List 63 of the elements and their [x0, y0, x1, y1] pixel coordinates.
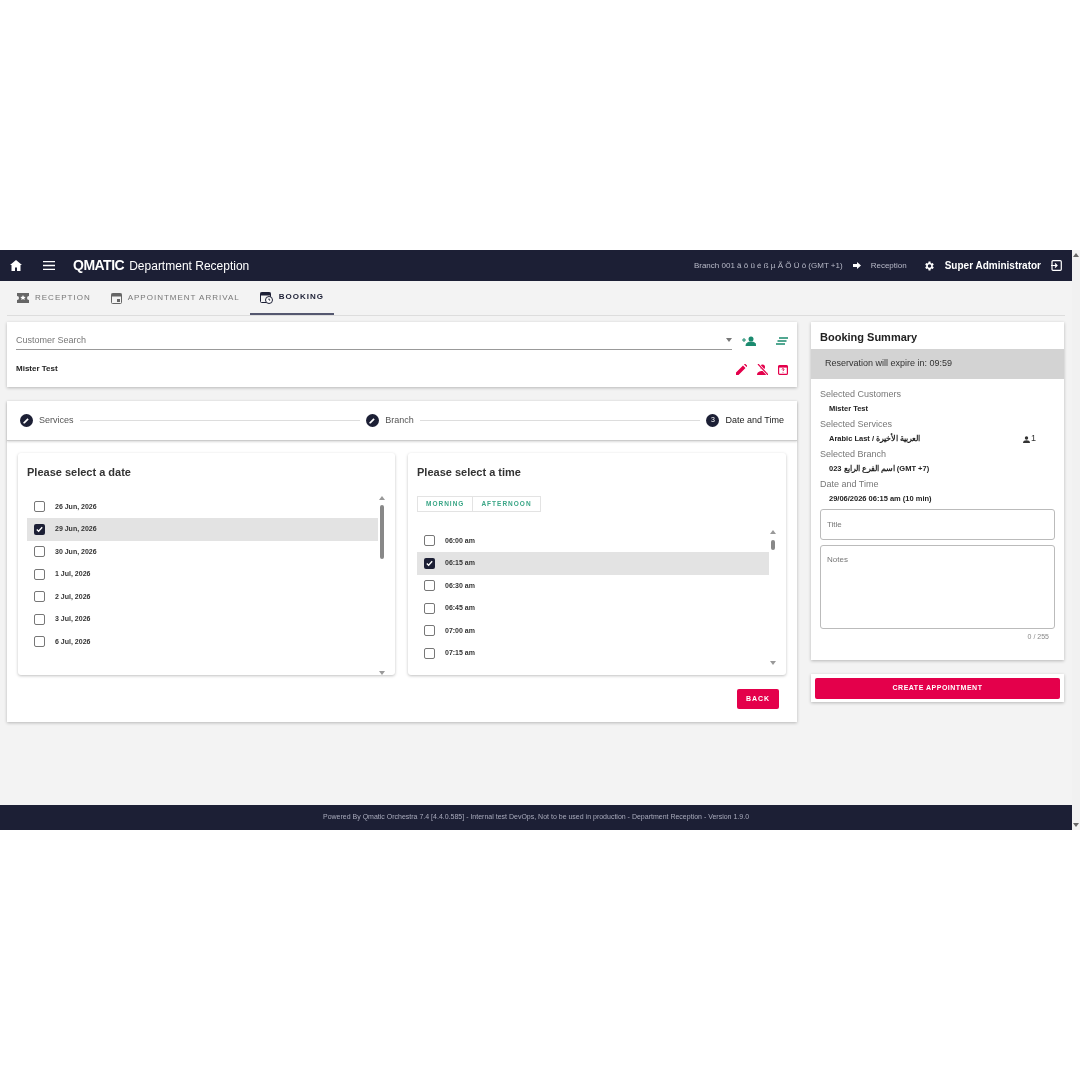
calendar-icon	[110, 292, 122, 304]
checkbox[interactable]	[424, 580, 435, 592]
person-count: 1	[1031, 432, 1036, 446]
checkbox[interactable]	[424, 625, 435, 637]
scroll-down-icon[interactable]	[379, 671, 385, 675]
checkbox[interactable]	[424, 602, 435, 614]
section-label: Selected Branch	[820, 448, 888, 460]
scrollbar-thumb[interactable]	[771, 539, 775, 550]
arrow-right-icon	[852, 262, 861, 269]
checkbox[interactable]	[34, 501, 45, 513]
settings-icon[interactable]	[922, 259, 935, 272]
scroll-up-icon[interactable]	[1073, 253, 1079, 257]
scroll-up-icon[interactable]	[379, 495, 385, 500]
dropdown-caret-icon[interactable]	[726, 338, 732, 342]
workstation-name: Reception	[870, 259, 907, 272]
edit-step-icon	[20, 414, 33, 427]
app-title: Department Reception	[129, 257, 250, 275]
nav-tab[interactable]: RECEPTION	[7, 281, 101, 315]
panel-title: Please select a date	[27, 465, 132, 480]
scroll-down-icon[interactable]	[770, 660, 776, 665]
logout-icon[interactable]	[1051, 260, 1062, 271]
customer-name: Mister Test	[16, 363, 59, 375]
checkbox[interactable]	[34, 546, 45, 558]
checkbox[interactable]	[34, 613, 45, 625]
branch-name: Branch 001 ä ö ü é ß µ Ã Õ Ü ô (GMT +1)	[693, 259, 843, 272]
calendar-clock-icon	[259, 290, 273, 304]
nav-tab[interactable]: BOOKING	[249, 281, 334, 315]
summary-title: Booking Summary	[819, 330, 919, 345]
section-label: Selected Services	[820, 418, 894, 430]
panel-title: Please select a time	[417, 465, 522, 480]
scroll-up-icon[interactable]	[770, 529, 776, 534]
step-label[interactable]: Branch	[385, 413, 414, 428]
notes-field[interactable]: Notes	[820, 545, 1055, 629]
page-scrollbar[interactable]	[1072, 250, 1080, 830]
checkbox[interactable]	[424, 535, 435, 547]
home-icon[interactable]	[10, 260, 22, 271]
remove-person-icon[interactable]	[757, 363, 768, 375]
logo: QMATIC	[73, 256, 125, 275]
section-label: Selected Customers	[820, 388, 903, 400]
checkbox[interactable]	[34, 636, 45, 648]
section-label: Date and Time	[820, 478, 880, 490]
edit-step-icon	[366, 414, 380, 427]
step-label[interactable]: Date and Time	[725, 413, 784, 428]
lines-icon[interactable]	[776, 336, 788, 345]
step-label[interactable]: Services	[39, 413, 74, 428]
customer-search-field[interactable]: Customer Search	[16, 331, 726, 349]
checkbox[interactable]	[34, 523, 45, 535]
ticket-icon	[17, 293, 29, 303]
calendar-question-icon[interactable]	[778, 363, 788, 375]
scroll-down-icon[interactable]	[1073, 823, 1079, 827]
scrollbar-thumb[interactable]	[380, 504, 384, 559]
expiry-banner: Reservation will expire in: 09:59	[811, 349, 1064, 379]
checkbox[interactable]	[34, 568, 45, 580]
title-field[interactable]: Title	[820, 509, 1055, 540]
checkbox[interactable]	[424, 557, 435, 569]
add-person-icon[interactable]	[742, 335, 756, 346]
menu-icon[interactable]	[43, 261, 55, 270]
checkbox[interactable]	[34, 591, 45, 603]
checkbox[interactable]	[424, 647, 435, 659]
nav-tab[interactable]: APPOINTMENT ARRIVAL	[100, 281, 250, 315]
user-name: Super Administrator	[944, 259, 1041, 273]
pencil-icon[interactable]	[736, 363, 747, 375]
person-icon	[1023, 435, 1030, 443]
